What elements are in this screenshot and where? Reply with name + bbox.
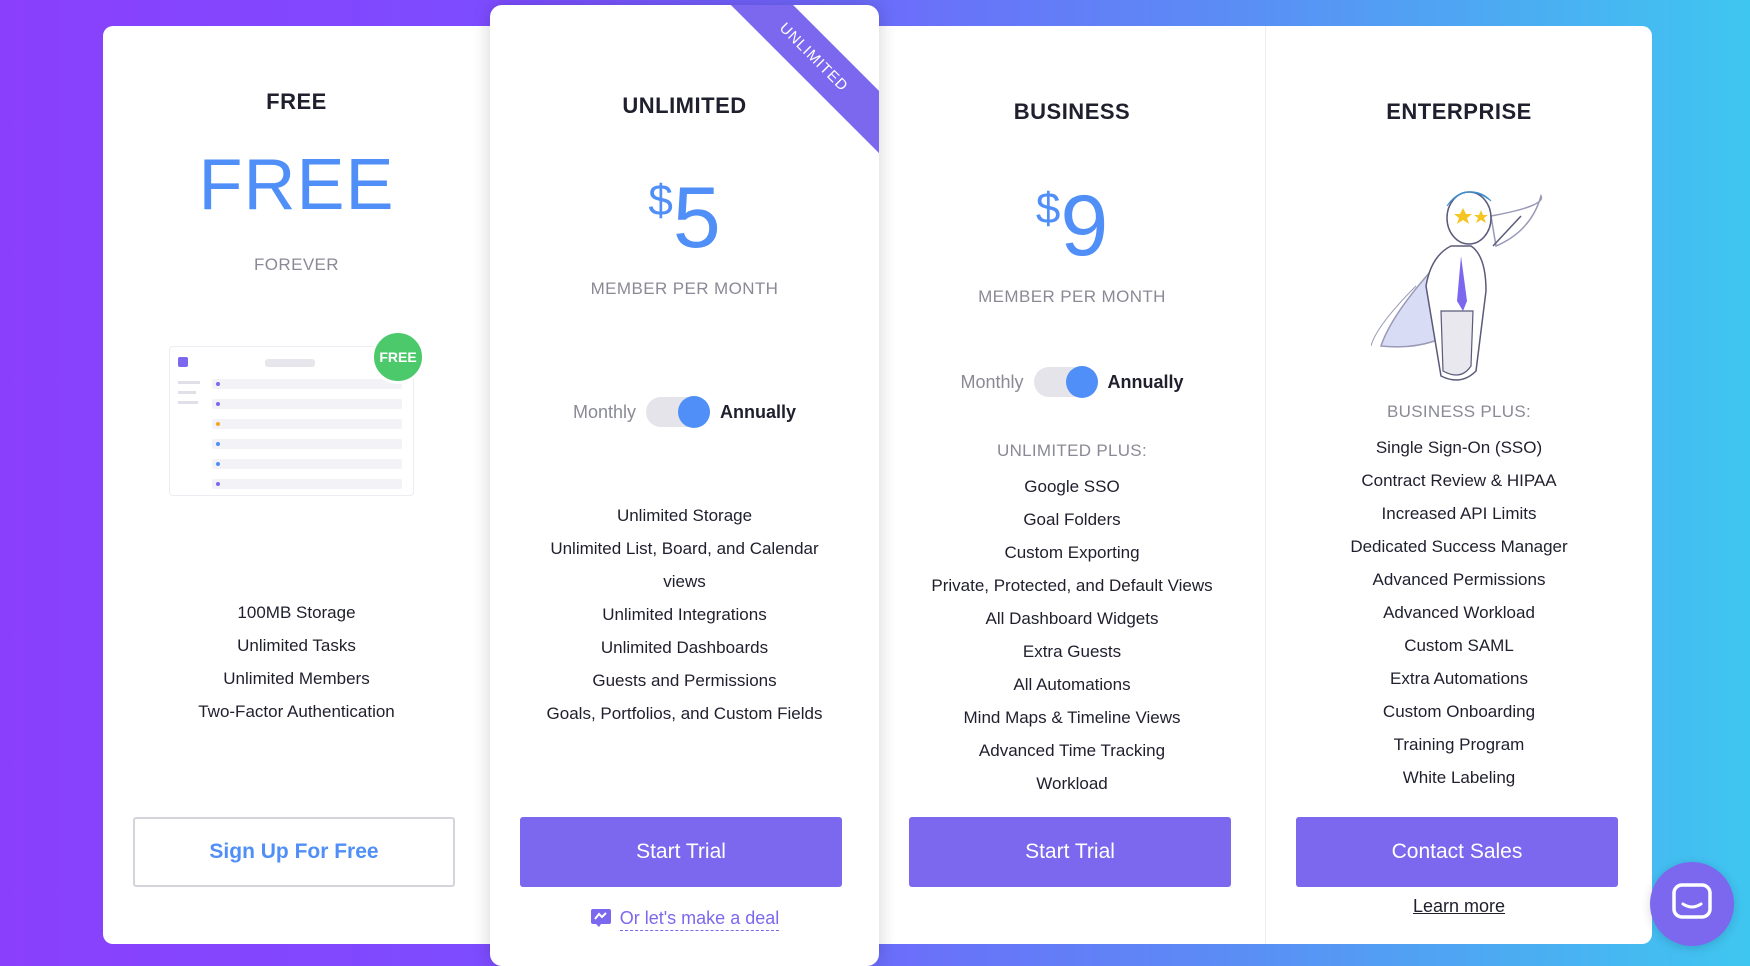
plan-title: UNLIMITED [622, 93, 747, 118]
feature-item: 100MB Storage [237, 603, 356, 622]
learn-more-text[interactable]: Learn more [1413, 896, 1505, 916]
feature-item: All Dashboard Widgets [985, 609, 1159, 628]
billing-toggle: Monthly Annually [879, 366, 1265, 398]
includes-label: UNLIMITED PLUS: [997, 441, 1147, 460]
toggle-monthly-label[interactable]: Monthly [573, 402, 636, 423]
plan-title: ENTERPRISE [1386, 99, 1532, 124]
plan-period: MEMBER PER MONTH [590, 279, 779, 298]
feature-item: Increased API Limits [1381, 504, 1537, 523]
feature-item: Extra Guests [1022, 642, 1122, 661]
handshake-icon [590, 907, 612, 932]
deal-link[interactable]: Or let's make a deal [490, 907, 879, 932]
plan-title: FREE [266, 89, 327, 114]
billing-switch[interactable] [646, 396, 710, 428]
billing-toggle: Monthly Annually [490, 396, 879, 428]
feature-item: Unlimited Dashboards [600, 638, 769, 657]
feature-item: Custom Exporting [1004, 543, 1140, 562]
toggle-annually-label[interactable]: Annually [720, 402, 796, 423]
feature-item: Custom Onboarding [1382, 702, 1536, 721]
price-value: 5 [672, 170, 721, 266]
ribbon-badge: UNLIMITED [710, 5, 879, 161]
switch-knob [1065, 366, 1098, 398]
plan-card-business: BUSINESS $9 MEMBER PER MONTH Monthly Ann… [879, 26, 1265, 944]
plan-period: FOREVER [254, 255, 339, 274]
feature-list: 100MB Storage Unlimited Tasks Unlimited … [123, 596, 470, 728]
feature-item: All Automations [1013, 675, 1131, 694]
feature-item: Mind Maps & Timeline Views [963, 708, 1181, 727]
feature-item: Dedicated Success Manager [1350, 537, 1568, 556]
toggle-monthly-label[interactable]: Monthly [960, 372, 1023, 393]
feature-list: Single Sign-On (SSO) Contract Review & H… [1286, 431, 1632, 794]
plan-card-unlimited: UNLIMITED UNLIMITED $5 MEMBER PER MONTH … [490, 5, 879, 966]
plan-card-enterprise: ENTERPRISE BUSINESS PLUS: Single Sign-On… [1265, 26, 1652, 944]
free-badge: FREE [371, 330, 425, 384]
feature-item: Guests and Permissions [592, 671, 777, 690]
billing-switch[interactable] [1033, 366, 1098, 398]
includes-label: BUSINESS PLUS: [1386, 402, 1532, 421]
feature-item: Single Sign-On (SSO) [1375, 438, 1543, 457]
plan-period: MEMBER PER MONTH [978, 287, 1166, 306]
currency-symbol: $ [648, 176, 673, 225]
plan-price: $9 [879, 183, 1265, 269]
learn-more-link[interactable]: Learn more [1266, 896, 1652, 917]
feature-item: Unlimited Storage [616, 506, 753, 525]
feature-item: Unlimited List, Board, and Calendar [550, 539, 819, 558]
deal-link-text[interactable]: Or let's make a deal [619, 908, 780, 931]
feature-item: Extra Automations [1390, 669, 1528, 688]
feature-list: Google SSO Goal Folders Custom Exporting… [899, 470, 1245, 800]
feature-item: Private, Protected, and Default Views [931, 576, 1213, 595]
feature-list: Unlimited Storage Unlimited List, Board,… [510, 499, 859, 730]
price-value: 9 [1060, 178, 1109, 274]
feature-item: Goals, Portfolios, and Custom Fields [546, 704, 823, 723]
superhero-illustration [1370, 176, 1551, 396]
feature-item: White Labeling [1402, 768, 1516, 787]
feature-item: Unlimited Members [223, 669, 370, 688]
feature-item: Google SSO [1024, 477, 1120, 496]
plan-price: FREE [198, 145, 395, 225]
plan-title: BUSINESS [1013, 99, 1131, 124]
sign-up-free-button[interactable]: Sign Up For Free [133, 817, 455, 887]
feature-item: Advanced Time Tracking [978, 741, 1166, 760]
feature-item: Custom SAML [1404, 636, 1514, 655]
feature-item: Goal Folders [1023, 510, 1121, 529]
feature-item: Training Program [1393, 735, 1525, 754]
contact-sales-button[interactable]: Contact Sales [1296, 817, 1618, 887]
currency-symbol: $ [1035, 184, 1061, 233]
feature-item: Advanced Permissions [1372, 570, 1546, 589]
feature-item: Workload [1036, 774, 1108, 793]
start-trial-button[interactable]: Start Trial [520, 817, 842, 887]
feature-item: Contract Review & HIPAA [1361, 471, 1557, 490]
feature-item: Unlimited Integrations [602, 605, 767, 624]
plan-card-free: FREE FREE FOREVER FREE 100MB Storage Unl… [103, 26, 490, 944]
start-trial-button[interactable]: Start Trial [909, 817, 1231, 887]
feature-item: views [663, 572, 706, 591]
switch-knob [678, 396, 710, 428]
feature-item: Unlimited Tasks [237, 636, 356, 655]
feature-item: Two-Factor Authentication [198, 702, 395, 721]
plan-price: $5 [490, 175, 879, 261]
chat-button[interactable] [1650, 862, 1734, 946]
feature-item: Advanced Workload [1383, 603, 1535, 622]
chat-icon [1671, 882, 1713, 927]
toggle-annually-label[interactable]: Annually [1108, 372, 1184, 393]
